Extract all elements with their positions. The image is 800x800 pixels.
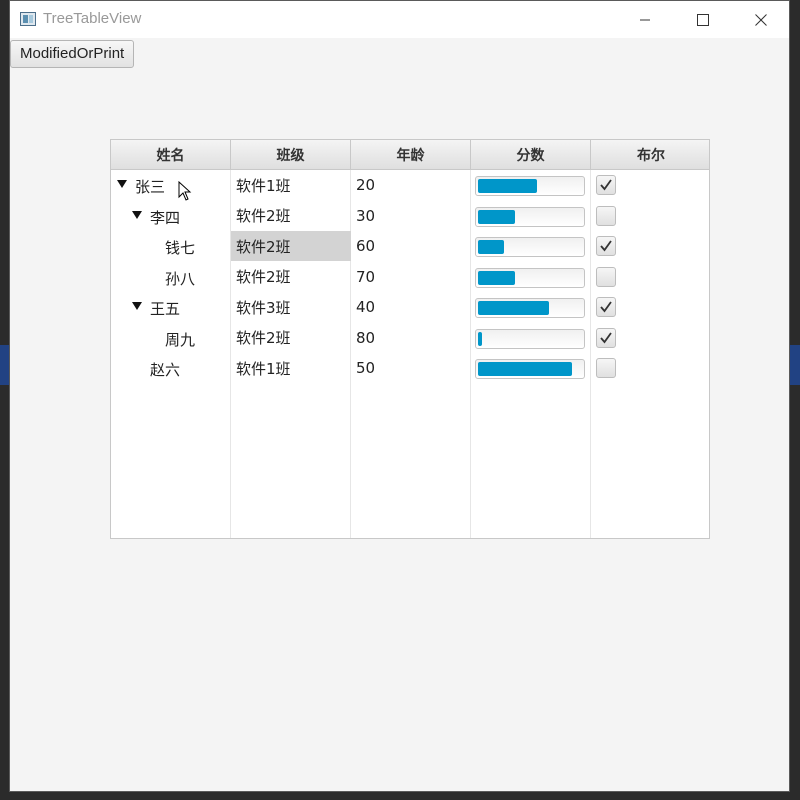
checkmark-icon — [600, 179, 612, 191]
row-name: 赵六 — [150, 361, 181, 379]
column-header-bool[interactable]: 布尔 — [591, 140, 709, 170]
bool-checkbox[interactable] — [596, 358, 616, 378]
cell-name[interactable]: 张三 — [111, 170, 231, 200]
cell-bool[interactable] — [591, 262, 709, 292]
close-button[interactable] — [738, 1, 784, 38]
table-row[interactable]: 钱七 软件2班 60 — [111, 231, 709, 261]
table-row[interactable]: 赵六 软件1班 50 — [111, 353, 709, 383]
column-header-score[interactable]: 分数 — [471, 140, 591, 170]
cell-age[interactable]: 80 — [351, 323, 471, 353]
cell-name[interactable]: 钱七 — [111, 231, 231, 261]
cell-age[interactable]: 60 — [351, 231, 471, 261]
cell-bool[interactable] — [591, 292, 709, 322]
cell-score[interactable] — [471, 292, 591, 322]
score-progress-bar — [475, 206, 585, 227]
cell-class[interactable]: 软件2班 — [231, 323, 351, 353]
column-header-class[interactable]: 班级 — [231, 140, 351, 170]
table-row[interactable]: 李四 软件2班 30 — [111, 201, 709, 231]
table-header: 姓名 班级 年龄 分数 布尔 — [111, 140, 709, 170]
score-progress-fill — [478, 270, 515, 285]
cell-bool[interactable] — [591, 353, 709, 383]
score-progress-bar — [475, 237, 585, 257]
disclosure-triangle-icon[interactable] — [132, 301, 142, 311]
cell-class[interactable]: 软件2班 — [231, 231, 351, 261]
column-header-age[interactable]: 年龄 — [351, 140, 471, 170]
cell-name[interactable]: 王五 — [111, 292, 231, 322]
cell-age[interactable]: 30 — [351, 201, 471, 231]
cell-name[interactable]: 周九 — [111, 323, 231, 353]
modified-or-print-button[interactable]: ModifiedOrPrint — [10, 40, 135, 68]
cell-bool[interactable] — [591, 231, 709, 261]
score-progress-fill — [478, 240, 504, 254]
window-title: TreeTableView — [43, 10, 142, 27]
bool-checkbox[interactable] — [596, 327, 616, 348]
cell-age[interactable]: 70 — [351, 262, 471, 292]
mouse-cursor-icon — [178, 181, 192, 201]
row-name: 张三 — [135, 178, 166, 196]
tree-table-view[interactable]: 姓名 班级 年龄 分数 布尔 张三 软件1班 20 李四 软件2班 30 钱七 软件2班 60 孙… — [110, 139, 710, 539]
checkmark-icon — [600, 240, 612, 252]
bool-checkbox[interactable] — [596, 205, 616, 226]
checkmark-icon — [600, 301, 612, 313]
score-progress-bar — [475, 298, 585, 318]
maximize-icon — [697, 13, 709, 26]
disclosure-triangle-icon[interactable] — [117, 179, 127, 189]
cell-bool[interactable] — [591, 323, 709, 353]
score-progress-fill — [478, 331, 482, 346]
cell-score[interactable] — [471, 323, 591, 353]
row-name: 孙八 — [165, 269, 196, 288]
cell-score[interactable] — [471, 353, 591, 383]
cell-age[interactable]: 50 — [351, 353, 471, 383]
maximize-button[interactable] — [680, 1, 726, 38]
title-bar[interactable]: TreeTableView — [10, 1, 789, 38]
table-row[interactable]: 王五 软件3班 40 — [111, 292, 709, 322]
cell-class[interactable]: 软件3班 — [231, 292, 351, 322]
disclosure-triangle-icon[interactable] — [132, 210, 142, 220]
bool-checkbox[interactable] — [596, 297, 616, 317]
app-icon — [20, 12, 36, 26]
bool-checkbox[interactable] — [596, 236, 616, 256]
bool-checkbox[interactable] — [596, 266, 616, 287]
cell-age[interactable]: 40 — [351, 292, 471, 322]
cell-score[interactable] — [471, 170, 591, 200]
cell-name[interactable]: 赵六 — [111, 353, 231, 383]
cell-score[interactable] — [471, 231, 591, 261]
close-icon — [755, 13, 767, 26]
column-header-name[interactable]: 姓名 — [111, 140, 231, 170]
row-name: 周九 — [165, 330, 196, 349]
score-progress-fill — [478, 179, 537, 193]
table-row[interactable]: 孙八 软件2班 70 — [111, 262, 709, 292]
score-progress-fill — [478, 362, 572, 376]
cell-name[interactable]: 李四 — [111, 201, 231, 231]
score-progress-bar — [475, 359, 585, 379]
row-name: 李四 — [150, 208, 181, 227]
cell-class[interactable]: 软件1班 — [231, 353, 351, 383]
bool-checkbox[interactable] — [596, 175, 616, 195]
checkmark-icon — [600, 331, 612, 343]
cell-bool[interactable] — [591, 201, 709, 231]
cell-name[interactable]: 孙八 — [111, 262, 231, 292]
row-name: 钱七 — [165, 239, 196, 257]
cell-bool[interactable] — [591, 170, 709, 200]
cell-class[interactable]: 软件2班 — [231, 201, 351, 231]
minimize-icon — [640, 19, 650, 20]
score-progress-fill — [478, 209, 515, 224]
table-row[interactable]: 周九 软件2班 80 — [111, 323, 709, 353]
cell-score[interactable] — [471, 201, 591, 231]
score-progress-bar — [475, 328, 585, 349]
score-progress-fill — [478, 301, 549, 315]
minimize-button[interactable] — [622, 1, 668, 38]
row-name: 王五 — [150, 300, 181, 318]
cell-class[interactable]: 软件2班 — [231, 262, 351, 292]
table-row[interactable]: 张三 软件1班 20 — [111, 170, 709, 200]
app-window: TreeTableView ModifiedOrPrint 姓名 班级 年龄 分… — [9, 0, 790, 792]
score-progress-bar — [475, 267, 585, 288]
score-progress-bar — [475, 176, 585, 196]
cell-age[interactable]: 20 — [351, 170, 471, 200]
cell-score[interactable] — [471, 262, 591, 292]
background-highlight — [790, 345, 800, 385]
cell-class[interactable]: 软件1班 — [231, 170, 351, 200]
